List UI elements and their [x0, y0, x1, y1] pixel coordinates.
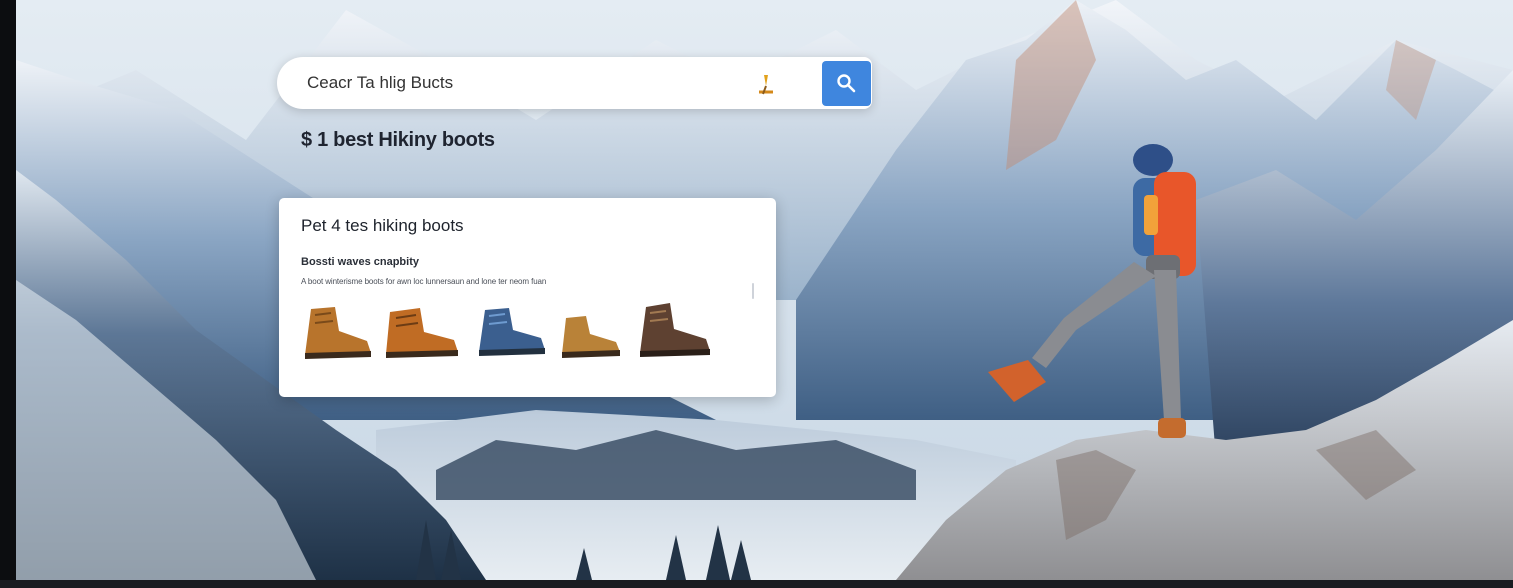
scroll-indicator	[752, 283, 754, 299]
search-icon	[836, 73, 855, 92]
product-boot-1[interactable]	[301, 305, 375, 361]
left-edge-bar	[0, 0, 16, 588]
result-title[interactable]: Pet 4 tes hiking boots	[301, 216, 464, 236]
product-boot-4[interactable]	[558, 314, 624, 360]
microphone-icon[interactable]	[753, 72, 779, 98]
result-subtitle: Bossti waves cnapbity	[301, 256, 419, 268]
product-boot-5[interactable]	[634, 301, 714, 361]
bottom-edge-bar	[0, 580, 1513, 588]
result-card[interactable]: Pet 4 tes hiking boots Bossti waves cnap…	[279, 198, 776, 397]
result-description: A boot winterisme boots for awn loc lunn…	[301, 277, 547, 286]
search-suggestion[interactable]: $ 1 best Hikiny boots	[301, 129, 495, 152]
product-boot-2[interactable]	[382, 306, 462, 360]
search-button[interactable]	[822, 61, 871, 106]
search-bar[interactable]	[277, 57, 872, 109]
search-input[interactable]	[305, 67, 729, 99]
product-boot-3[interactable]	[475, 306, 549, 358]
